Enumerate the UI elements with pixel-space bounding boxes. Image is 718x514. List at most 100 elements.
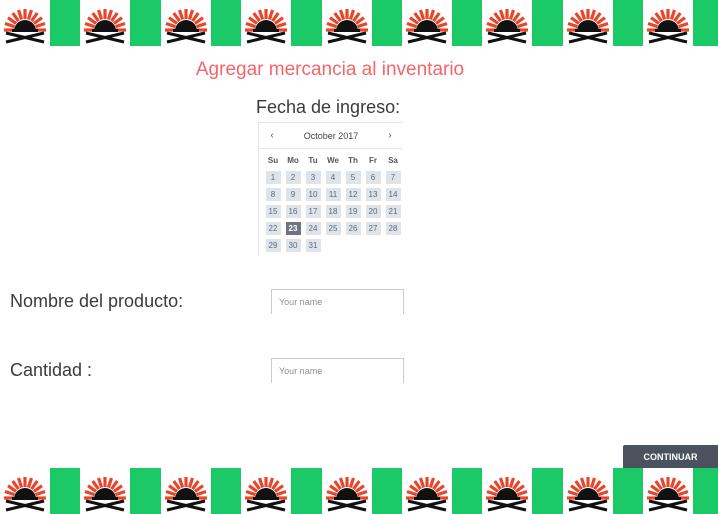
banner-stripe xyxy=(371,0,402,46)
banner-stripe xyxy=(451,0,483,46)
banner-stripe xyxy=(693,0,718,46)
date-label: Fecha de ingreso: xyxy=(256,97,401,117)
calendar-day-cell: 13 xyxy=(363,186,383,203)
calendar-day-cell: 10 xyxy=(303,186,323,203)
calendar-day[interactable]: 6 xyxy=(365,171,381,184)
calendar-day[interactable]: 29 xyxy=(265,239,281,252)
calendar-day[interactable]: 16 xyxy=(285,205,301,218)
calendar-day[interactable]: 24 xyxy=(305,222,321,235)
calendar-day-cell: 20 xyxy=(363,203,383,220)
banner-tile xyxy=(0,0,81,46)
calendar-day[interactable]: 19 xyxy=(345,205,361,218)
calendar-day[interactable]: 3 xyxy=(305,171,321,184)
page-title: Agregar mercancia al inventario xyxy=(195,59,465,80)
prev-month-button[interactable]: ‹ xyxy=(265,130,279,141)
sunburst-logo-icon xyxy=(80,0,131,46)
calendar-grid: Su Mo Tu We Th Fr Sa 1 2 3 4 5 6 7 8 9 10 11 12 13 14 15 16 17 1… xyxy=(263,153,403,254)
calendar-day-cell: 24 xyxy=(303,220,323,237)
calendar-day-cell: 26 xyxy=(343,220,363,237)
banner-tile xyxy=(562,0,644,46)
banner-stripe xyxy=(612,468,644,514)
calendar-day[interactable]: 12 xyxy=(345,188,361,201)
product-name-label: Nombre del producto: xyxy=(10,291,184,311)
calendar-day[interactable]: 9 xyxy=(285,188,301,201)
calendar-day-cell: 4 xyxy=(323,169,343,186)
continue-button[interactable]: CONTINUAR xyxy=(623,445,718,469)
bottom-banner xyxy=(0,468,718,514)
banner-tile xyxy=(80,468,161,514)
calendar-day[interactable]: 20 xyxy=(365,205,381,218)
calendar-day[interactable]: 11 xyxy=(325,188,341,201)
calendar-day[interactable]: 1 xyxy=(265,171,281,184)
sunburst-logo-icon xyxy=(482,468,533,514)
banner-stripe xyxy=(612,0,644,46)
calendar-day[interactable]: 2 xyxy=(285,171,301,184)
banner-tile xyxy=(482,0,563,46)
calendar-day[interactable]: 5 xyxy=(345,171,361,184)
banner-tile xyxy=(241,468,322,514)
calendar-day-cell: 11 xyxy=(323,186,343,203)
banner-stripe xyxy=(532,0,563,46)
calendar-day-cell: 14 xyxy=(383,186,403,203)
calendar-day[interactable]: 17 xyxy=(305,205,321,218)
calendar-day-cell: 7 xyxy=(383,169,403,186)
calendar-day-cell: 16 xyxy=(283,203,303,220)
sunburst-logo-icon xyxy=(0,0,50,46)
weekday-header: Tu xyxy=(308,156,318,165)
top-banner xyxy=(0,0,718,46)
sunburst-logo-icon xyxy=(80,468,131,514)
quantity-input[interactable] xyxy=(271,358,404,383)
calendar-day[interactable]: 13 xyxy=(365,188,381,201)
calendar-day[interactable]: 15 xyxy=(265,205,281,218)
weekday-header: Fr xyxy=(369,156,377,165)
calendar-day[interactable]: 4 xyxy=(325,171,341,184)
calendar-day[interactable]: 21 xyxy=(385,205,401,218)
calendar-day-cell: 22 xyxy=(263,220,283,237)
calendar-month-title: October 2017 xyxy=(303,130,359,141)
calendar-day-cell: 6 xyxy=(363,169,383,186)
calendar-day[interactable]: 10 xyxy=(305,188,321,201)
banner-tile xyxy=(321,468,402,514)
calendar-day[interactable]: 31 xyxy=(305,239,321,252)
sunburst-logo-icon xyxy=(321,468,372,514)
calendar-day[interactable]: 27 xyxy=(365,222,381,235)
calendar-day-cell: 8 xyxy=(263,186,283,203)
calendar-day[interactable]: 22 xyxy=(265,222,281,235)
calendar-day[interactable]: 14 xyxy=(385,188,401,201)
calendar-day-cell: 9 xyxy=(283,186,303,203)
sunburst-logo-icon xyxy=(241,0,292,46)
calendar-day[interactable]: 8 xyxy=(265,188,281,201)
banner-stripe xyxy=(50,468,81,514)
weekday-header: Mo xyxy=(287,156,299,165)
banner-tile xyxy=(321,0,402,46)
sunburst-logo-icon xyxy=(562,0,613,46)
banner-tile xyxy=(643,468,718,514)
calendar-day-cell: 25 xyxy=(323,220,343,237)
weekday-header: Su xyxy=(267,156,279,165)
calendar-day[interactable]: 25 xyxy=(325,222,341,235)
banner-stripe xyxy=(371,468,402,514)
calendar-day[interactable]: 30 xyxy=(285,239,301,252)
banner-stripe xyxy=(210,0,242,46)
weekday-header: We xyxy=(327,156,339,165)
calendar-day-cell: 28 xyxy=(383,220,403,237)
selected-day[interactable]: 23 xyxy=(285,222,301,235)
calendar-day[interactable]: 28 xyxy=(385,222,401,235)
banner-stripe xyxy=(50,0,81,46)
calendar-day-cell: 30 xyxy=(283,237,303,254)
banner-tile xyxy=(401,0,483,46)
weekday-header: Th xyxy=(348,156,358,165)
calendar-day[interactable]: 26 xyxy=(345,222,361,235)
weekday-header: Sa xyxy=(388,156,398,165)
banner-tile xyxy=(562,468,644,514)
calendar-day[interactable]: 18 xyxy=(325,205,341,218)
calendar-day-cell: 31 xyxy=(303,237,323,254)
banner-tile xyxy=(0,468,81,514)
calendar-day[interactable]: 7 xyxy=(385,171,401,184)
calendar-day-cell: 17 xyxy=(303,203,323,220)
sunburst-logo-icon xyxy=(160,468,211,514)
calendar-day-cell: 1 xyxy=(263,169,283,186)
next-month-button[interactable]: › xyxy=(383,130,397,141)
calendar-day-cell: 27 xyxy=(363,220,383,237)
product-name-input[interactable] xyxy=(271,289,404,314)
